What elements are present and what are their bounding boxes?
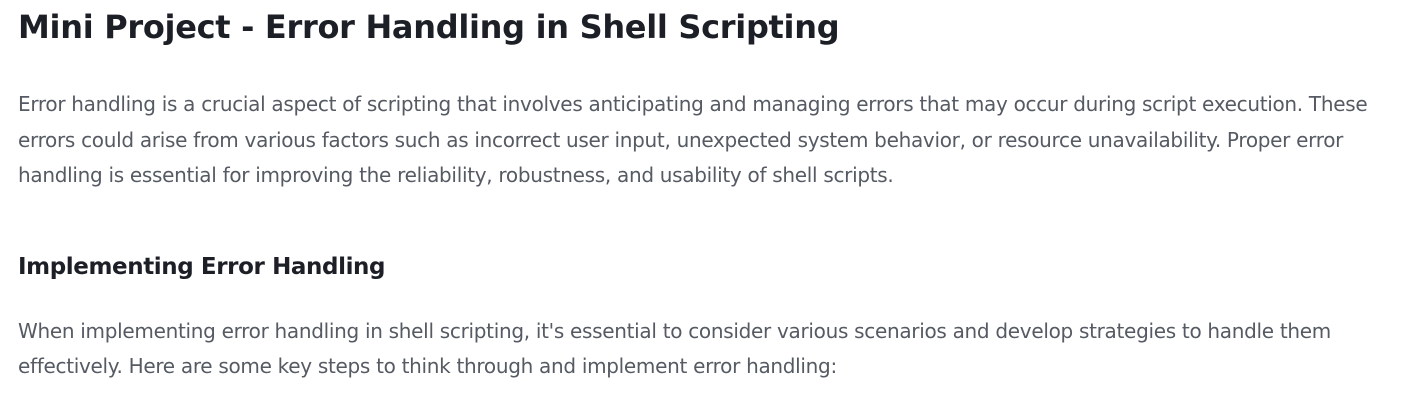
intro-paragraph: Error handling is a crucial aspect of sc…: [18, 92, 1368, 187]
page-title: Mini Project - Error Handling in Shell S…: [18, 8, 840, 46]
section-heading: Implementing Error Handling: [18, 253, 386, 280]
section-paragraph: When implementing error handling in shel…: [18, 318, 1331, 379]
article: Mini Project - Error Handling in Shell S…: [0, 0, 1426, 385]
